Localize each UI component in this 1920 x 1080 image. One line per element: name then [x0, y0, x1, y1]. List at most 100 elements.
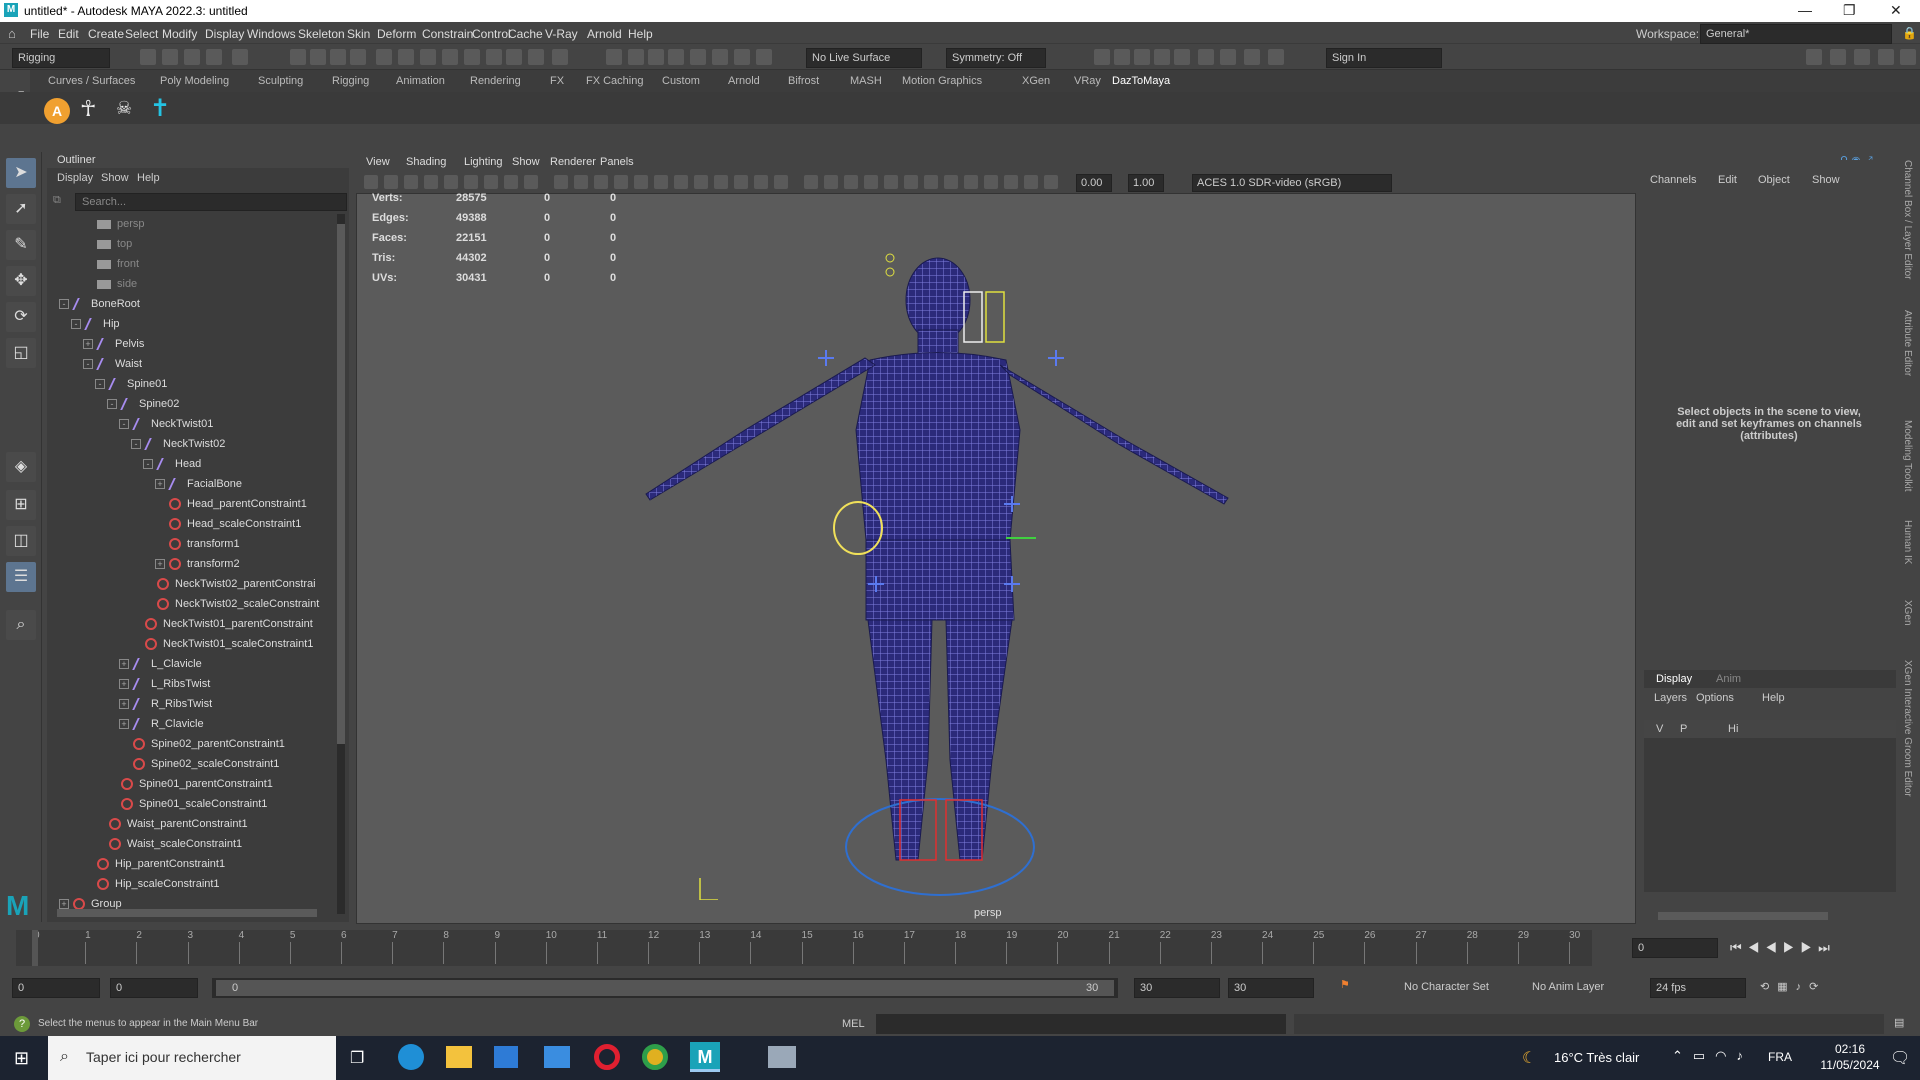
- layout-icon[interactable]: [1830, 49, 1846, 65]
- lock-icon[interactable]: 🔒: [1902, 26, 1917, 40]
- expand-toggle-icon[interactable]: -: [107, 399, 117, 409]
- shelf-tab-custom[interactable]: Custom: [662, 75, 700, 87]
- outliner-joint-item[interactable]: - NeckTwist01: [119, 414, 213, 434]
- side-tab[interactable]: Channel Box / Layer Editor: [1902, 160, 1913, 280]
- tray-icons[interactable]: ⌃▭◠♪: [1672, 1048, 1753, 1064]
- clock-time[interactable]: 02:16: [1820, 1042, 1880, 1056]
- shelf-tab-bifrost[interactable]: Bifrost: [788, 75, 819, 87]
- shelf-tab-rendering[interactable]: Rendering: [470, 75, 521, 87]
- menu-skin[interactable]: Skin: [347, 27, 370, 41]
- outliner-constraint-item[interactable]: Head_scaleConstraint1: [155, 514, 301, 534]
- outliner-constraint-item[interactable]: Waist_scaleConstraint1: [95, 834, 242, 854]
- shelf-tab-animation[interactable]: Animation: [396, 75, 445, 87]
- status-tool-icon[interactable]: [506, 49, 522, 65]
- viewport-tool-icon[interactable]: [524, 175, 538, 189]
- viewport-tool-icon[interactable]: [674, 175, 688, 189]
- minimize-icon[interactable]: —: [1798, 2, 1812, 18]
- status-tool-icon[interactable]: [552, 49, 568, 65]
- mel-label[interactable]: MEL: [842, 1018, 865, 1030]
- layer-menu-options[interactable]: Options: [1696, 692, 1734, 704]
- shelf-tab-fx[interactable]: FX: [550, 75, 564, 87]
- shelf-tab-xgen[interactable]: XGen: [1022, 75, 1050, 87]
- outliner-constraint-item[interactable]: Spine01_parentConstraint1: [107, 774, 273, 794]
- anim-layer-dropdown[interactable]: No Anim Layer: [1532, 981, 1604, 993]
- outliner-joint-item[interactable]: + Pelvis: [83, 334, 144, 354]
- outliner-constraint-item[interactable]: NeckTwist01_scaleConstraint1: [131, 634, 313, 654]
- outliner-joint-item[interactable]: - BoneRoot: [59, 294, 140, 314]
- outliner-camera-item[interactable]: side: [83, 274, 137, 294]
- outliner-joint-item[interactable]: - Waist: [83, 354, 142, 374]
- outliner-constraint-item[interactable]: + transform2: [155, 554, 240, 574]
- outliner-camera-item[interactable]: persp: [83, 214, 145, 234]
- render-tool-icon[interactable]: [1134, 49, 1150, 65]
- command-input[interactable]: [876, 1014, 1286, 1034]
- status-tool-icon[interactable]: [398, 49, 414, 65]
- maximize-icon[interactable]: ❐: [1843, 2, 1856, 19]
- character-set-dropdown[interactable]: No Character Set: [1404, 981, 1489, 993]
- viewport-tool-icon[interactable]: [594, 175, 608, 189]
- sign-in-button[interactable]: Sign In: [1326, 48, 1442, 68]
- expand-toggle-icon[interactable]: -: [95, 379, 105, 389]
- outliner-constraint-item[interactable]: NeckTwist01_parentConstraint: [131, 614, 313, 634]
- viewport-tool-icon[interactable]: [504, 175, 518, 189]
- taskbar-search-input[interactable]: Taper ici pour rechercher: [48, 1036, 336, 1080]
- layout-icon[interactable]: [1878, 49, 1894, 65]
- mail-icon[interactable]: [544, 1046, 570, 1068]
- outliner-constraint-item[interactable]: Waist_parentConstraint1: [95, 814, 248, 834]
- chrome-icon[interactable]: [642, 1044, 668, 1070]
- select-tool-icon[interactable]: ➤: [6, 158, 36, 188]
- expand-toggle-icon[interactable]: -: [143, 459, 153, 469]
- viewport-tool-icon[interactable]: [714, 175, 728, 189]
- viewport-tool-icon[interactable]: [634, 175, 648, 189]
- outliner-constraint-item[interactable]: Spine02_parentConstraint1: [119, 734, 285, 754]
- layer-hscrollbar[interactable]: [1658, 912, 1828, 920]
- status-tool-icon[interactable]: [648, 49, 664, 65]
- status-tool-icon[interactable]: [606, 49, 622, 65]
- viewport-tool-icon[interactable]: [444, 175, 458, 189]
- outliner-constraint-item[interactable]: transform1: [155, 534, 240, 554]
- render-tool-icon[interactable]: [1094, 49, 1110, 65]
- channel-menu-show[interactable]: Show: [1812, 174, 1840, 186]
- shelf-tab-sculpting[interactable]: Sculpting: [258, 75, 303, 87]
- filter-icon[interactable]: ⧉: [53, 194, 61, 207]
- shelf-tab-mash[interactable]: MASH: [850, 75, 882, 87]
- auto-key-icon[interactable]: ⚑: [1340, 978, 1350, 991]
- time-slider[interactable]: 0123456789101112131415161718192021222324…: [16, 930, 1592, 966]
- outliner-constraint-item[interactable]: Head_parentConstraint1: [155, 494, 307, 514]
- outliner-joint-item[interactable]: + R_Clavicle: [119, 714, 204, 734]
- viewport-tool-icon[interactable]: [424, 175, 438, 189]
- app-taskbar-icon[interactable]: [768, 1046, 796, 1068]
- viewport-tool-icon[interactable]: [824, 175, 838, 189]
- outliner-scrollbar[interactable]: [337, 214, 345, 914]
- outliner-constraint-item[interactable]: Hip_parentConstraint1: [83, 854, 225, 874]
- current-frame-marker[interactable]: [32, 930, 38, 966]
- viewport-tool-icon[interactable]: [1044, 175, 1058, 189]
- close-icon[interactable]: ✕: [1890, 2, 1902, 19]
- scale-tool-icon[interactable]: ◱: [6, 338, 36, 368]
- expand-toggle-icon[interactable]: +: [119, 699, 129, 709]
- end-time-field[interactable]: 30: [1228, 978, 1314, 998]
- outliner-joint-item[interactable]: - Hip: [71, 314, 120, 334]
- status-tool-icon[interactable]: [464, 49, 480, 65]
- shelf-tab-vray[interactable]: VRay: [1074, 75, 1101, 87]
- layer-tab-display[interactable]: Display: [1656, 673, 1692, 685]
- single-perspective-icon[interactable]: ◈: [6, 452, 36, 482]
- range-end-field[interactable]: 30: [1134, 978, 1220, 998]
- viewport-tool-icon[interactable]: [904, 175, 918, 189]
- two-view-icon[interactable]: ◫: [6, 526, 36, 556]
- menu-display[interactable]: Display: [205, 27, 244, 41]
- expand-toggle-icon[interactable]: +: [83, 339, 93, 349]
- viewport-tool-icon[interactable]: [1004, 175, 1018, 189]
- viewport-tool-icon[interactable]: [964, 175, 978, 189]
- expand-toggle-icon[interactable]: -: [131, 439, 141, 449]
- menu-edit[interactable]: Edit: [58, 27, 79, 41]
- character-mesh[interactable]: [600, 240, 1360, 900]
- status-tool-icon[interactable]: [668, 49, 684, 65]
- status-tool-icon[interactable]: [528, 49, 544, 65]
- file-explorer-icon[interactable]: [446, 1046, 472, 1068]
- skull-icon[interactable]: ☠: [116, 98, 132, 119]
- expand-toggle-icon[interactable]: +: [119, 659, 129, 669]
- viewport-tool-icon[interactable]: [844, 175, 858, 189]
- channel-menu-object[interactable]: Object: [1758, 174, 1790, 186]
- status-tool-icon[interactable]: [420, 49, 436, 65]
